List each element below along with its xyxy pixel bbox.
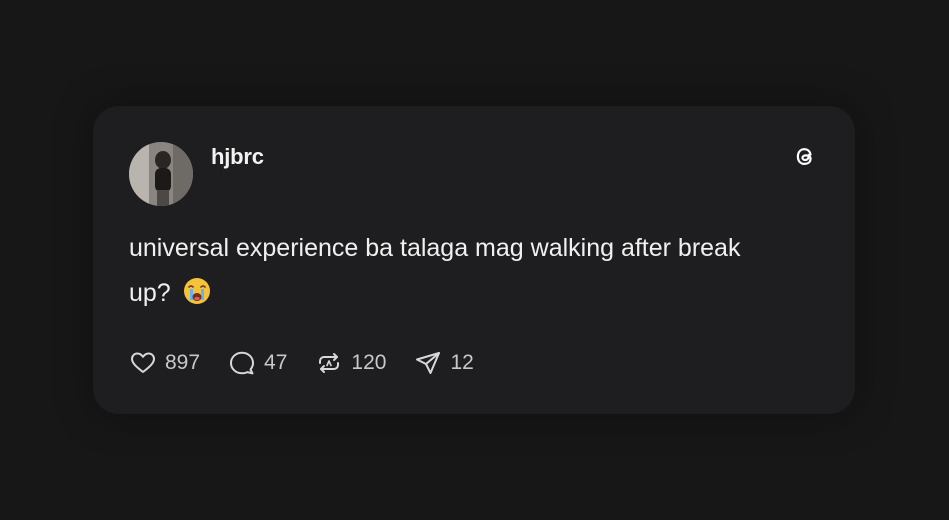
reply-button[interactable]: 47 (228, 349, 287, 377)
heart-icon (129, 349, 157, 377)
repost-button[interactable]: 120 (315, 349, 386, 377)
post-text: universal experience ba talaga mag walki… (129, 226, 789, 316)
repost-icon (315, 349, 343, 377)
reply-count: 47 (264, 351, 287, 375)
comment-icon (228, 349, 256, 377)
crying-face-emoji-icon (182, 276, 212, 306)
share-button[interactable]: 12 (414, 349, 473, 377)
repost-count: 120 (351, 351, 386, 375)
post-actions: 897 47 120 12 (129, 349, 502, 377)
post-card: hjbrc universal experience ba talaga mag… (93, 106, 855, 414)
like-count: 897 (165, 351, 200, 375)
post-text-content: universal experience ba talaga mag walki… (129, 234, 740, 307)
threads-logo-icon[interactable] (791, 142, 819, 170)
like-button[interactable]: 897 (129, 349, 200, 377)
avatar[interactable] (129, 142, 193, 206)
avatar-image (129, 142, 193, 206)
send-icon (414, 349, 442, 377)
share-count: 12 (450, 351, 473, 375)
username[interactable]: hjbrc (211, 144, 264, 170)
